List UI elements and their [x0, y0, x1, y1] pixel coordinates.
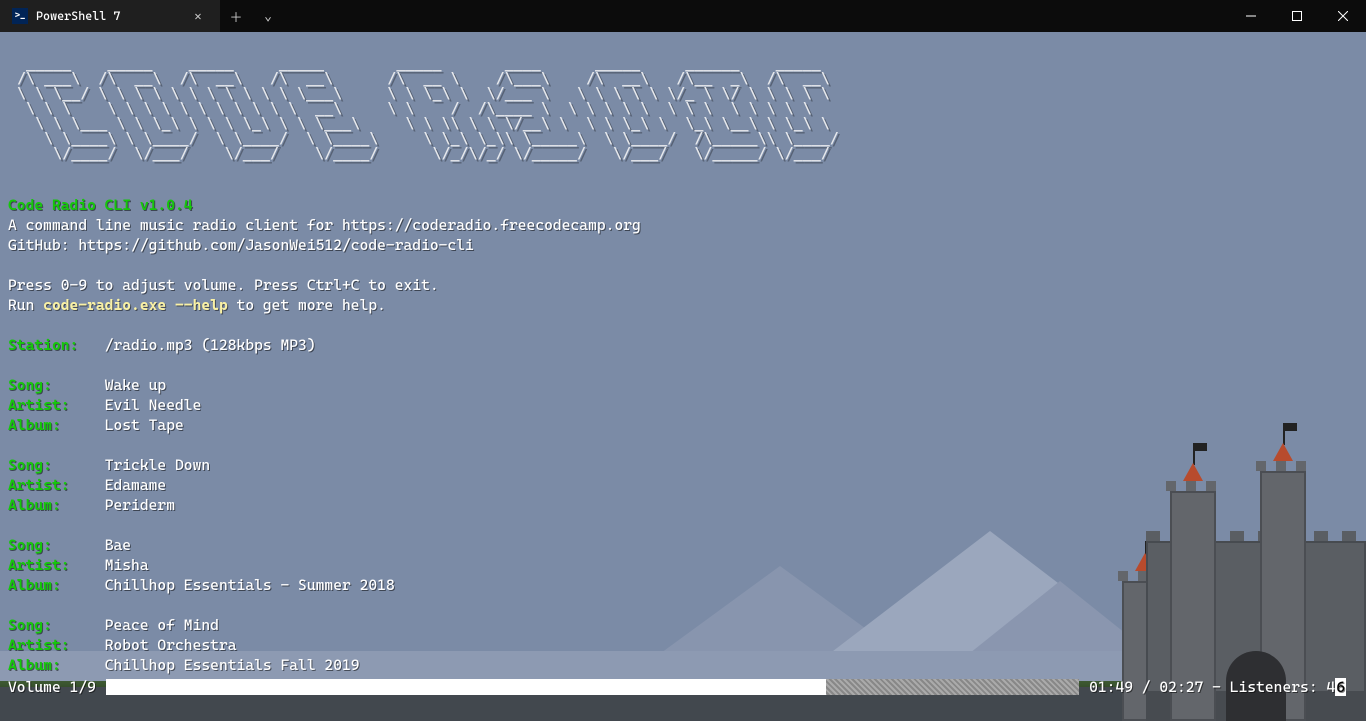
progress-bar: [106, 679, 1079, 695]
tab-dropdown-button[interactable]: ⌄: [252, 0, 284, 32]
ascii-banner: _____ _____ _____ _____ _____ ____ _____…: [8, 56, 1358, 161]
track-row: Song: Peace of Mind: [8, 616, 219, 634]
app-desc: A command line music radio client for ht…: [8, 216, 641, 234]
track-row: Song: Trickle Down: [8, 456, 210, 474]
track-row: Artist: Evil Needle: [8, 396, 201, 414]
terminal-output[interactable]: _____ _____ _____ _____ _____ ____ _____…: [0, 32, 1366, 721]
status-line: Volume 1/9 01:49 / 02:27 - Listeners: 46: [8, 677, 1346, 697]
app-title: Code Radio CLI v1.0.4: [8, 196, 193, 214]
playback-status: 01:49 / 02:27 - Listeners: 46: [1089, 677, 1346, 697]
tab-close-button[interactable]: ✕: [188, 6, 208, 26]
track-row: Artist: Robot Orchestra: [8, 636, 237, 654]
new-tab-button[interactable]: ＋: [220, 0, 252, 32]
tab-powershell[interactable]: >_ PowerShell 7 ✕: [0, 0, 220, 32]
hint-help: Run code-radio.exe --help to get more he…: [8, 296, 386, 314]
volume-indicator: Volume 1/9: [8, 677, 96, 697]
window-maximize-button[interactable]: [1274, 0, 1320, 32]
track-row: Song: Wake up: [8, 376, 166, 394]
track-row: Artist: Misha: [8, 556, 149, 574]
window-titlebar: >_ PowerShell 7 ✕ ＋ ⌄: [0, 0, 1366, 32]
window-minimize-button[interactable]: [1228, 0, 1274, 32]
github-line: GitHub: https://github.com/JasonWei512/c…: [8, 236, 474, 254]
track-row: Song: Bae: [8, 536, 131, 554]
titlebar-drag-region[interactable]: [284, 0, 1228, 32]
window-controls: [1228, 0, 1366, 32]
track-row: Album: Periderm: [8, 496, 175, 514]
terminal-text: _____ _____ _____ _____ _____ ____ _____…: [8, 36, 1358, 721]
powershell-icon: >_: [12, 8, 28, 24]
hint-controls: Press 0-9 to adjust volume. Press Ctrl+C…: [8, 276, 439, 294]
tab-title: PowerShell 7: [36, 9, 180, 23]
track-row: Artist: Edamame: [8, 476, 166, 494]
track-row: Album: Lost Tape: [8, 416, 184, 434]
track-row: Album: Chillhop Essentials - Summer 2018: [8, 576, 395, 594]
track-row: Album: Chillhop Essentials Fall 2019: [8, 656, 360, 674]
station-line: Station: /radio.mp3 (128kbps MP3): [8, 336, 316, 354]
window-close-button[interactable]: [1320, 0, 1366, 32]
